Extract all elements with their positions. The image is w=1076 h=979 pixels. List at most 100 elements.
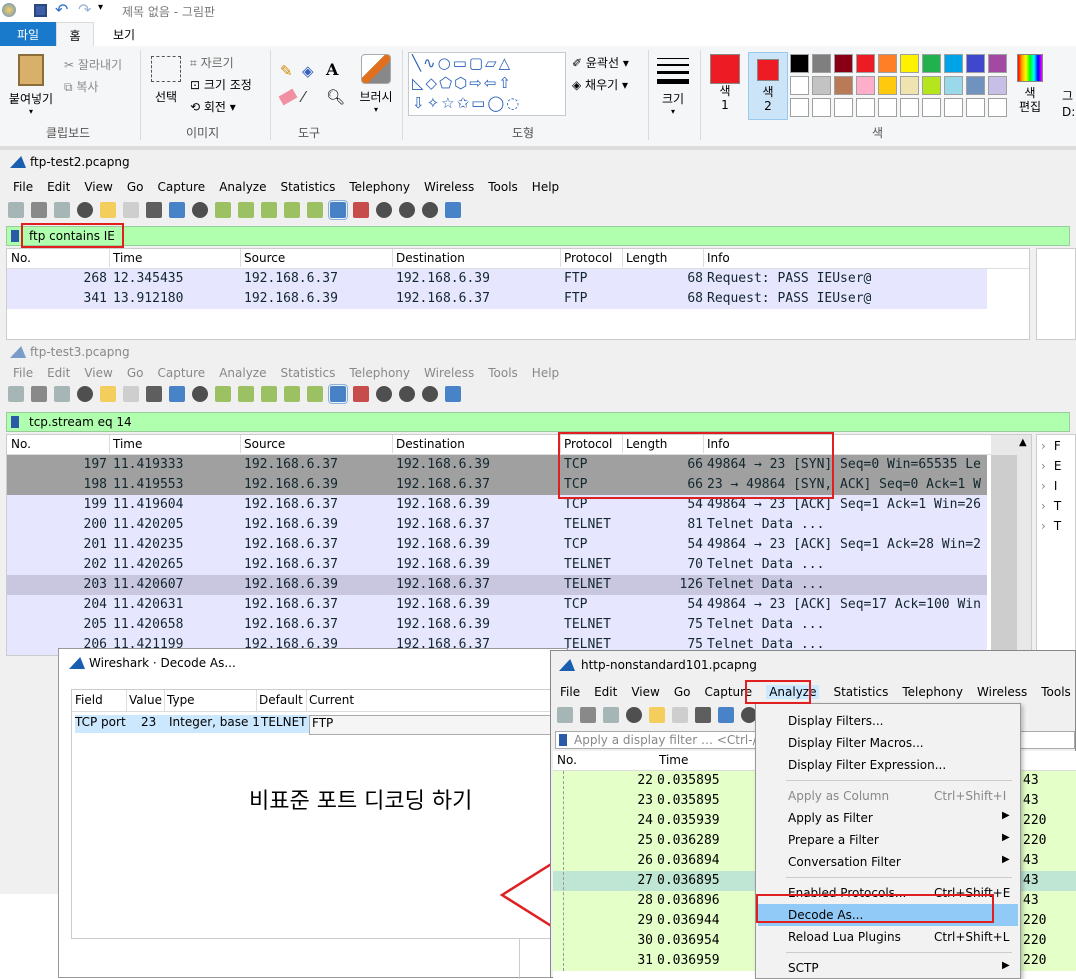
palette-color-swatch[interactable] [834, 76, 853, 95]
palette-color-swatch[interactable] [856, 54, 875, 73]
menu-wireless[interactable]: Wireless [424, 366, 474, 380]
restart-capture-icon[interactable] [54, 202, 70, 218]
menu-statistics[interactable]: Statistics [833, 685, 888, 699]
decode-column-current[interactable]: Current [309, 693, 354, 707]
palette-color-swatch[interactable] [856, 76, 875, 95]
qat-dropdown-icon[interactable]: ▾ [98, 2, 103, 13]
packet-row[interactable]: 199 11.419604 192.168.6.37 192.168.6.39 TCP 5… [7, 495, 987, 515]
menu-help[interactable]: Help [532, 366, 559, 380]
autoscroll-icon[interactable] [328, 384, 348, 404]
decode-column-value[interactable]: Value [129, 693, 162, 707]
packet-row[interactable]: 200 11.420205 192.168.6.39 192.168.6.37 TELN… [7, 515, 987, 535]
palette-color-swatch[interactable] [790, 98, 809, 117]
palette-color-swatch[interactable] [966, 54, 985, 73]
stop-capture-icon[interactable] [580, 707, 596, 723]
menu-edit[interactable]: Edit [47, 180, 70, 194]
palette-color-swatch[interactable] [922, 76, 941, 95]
bookmark-icon[interactable] [11, 230, 19, 242]
capture-options-icon[interactable] [77, 202, 93, 218]
column-header-time[interactable]: Time [113, 251, 142, 265]
menu-edit[interactable]: Edit [47, 366, 70, 380]
resize-columns-icon[interactable] [445, 386, 461, 402]
palette-color-swatch[interactable] [944, 54, 963, 73]
tab-home[interactable]: 홈 [56, 22, 94, 46]
autoscroll-icon[interactable] [328, 200, 348, 220]
colorize-icon[interactable] [353, 386, 369, 402]
column-header-info[interactable]: Info [707, 251, 730, 265]
go-to-packet-icon[interactable] [261, 386, 277, 402]
close-file-icon[interactable] [146, 386, 162, 402]
paint-app-icon[interactable] [2, 3, 16, 17]
column-header-destination[interactable]: Destination [396, 437, 465, 451]
detail-tree-item[interactable]: › T [1041, 519, 1061, 533]
menu-go[interactable]: Go [674, 685, 691, 699]
scroll-thumb[interactable] [991, 455, 1017, 655]
go-back-icon[interactable] [215, 202, 231, 218]
palette-color-swatch[interactable] [790, 76, 809, 95]
start-capture-icon[interactable] [557, 707, 573, 723]
go-last-icon[interactable] [307, 386, 323, 402]
palette-color-swatch[interactable] [900, 76, 919, 95]
column-header-no[interactable]: No. [557, 753, 577, 767]
decode-column-default[interactable]: Default [259, 693, 303, 707]
palette-color-swatch[interactable] [856, 98, 875, 117]
pencil-icon[interactable]: ✎ [280, 62, 293, 80]
cut-button[interactable]: ✂ 잘라내기 [64, 56, 122, 73]
menu-tools[interactable]: Tools [1041, 685, 1071, 699]
detail-tree-item[interactable]: › T [1041, 499, 1061, 513]
menu-capture[interactable]: Capture [157, 366, 205, 380]
reload-icon[interactable] [169, 386, 185, 402]
menu-item-conversation-filter[interactable]: Conversation Filter ▶ [758, 851, 1018, 873]
packet-row[interactable]: 197 11.419333 192.168.6.37 192.168.6.39 TCP 6… [7, 455, 987, 475]
menu-analyze[interactable]: Analyze [219, 180, 266, 194]
column-header-protocol[interactable]: Protocol [564, 251, 612, 265]
palette-color-swatch[interactable] [944, 76, 963, 95]
palette-color-swatch[interactable] [878, 98, 897, 117]
colorize-icon[interactable] [353, 202, 369, 218]
zoom-in-icon[interactable] [376, 386, 392, 402]
outline-button[interactable]: ✐ 윤곽선 ▾ [572, 54, 629, 71]
restart-capture-icon[interactable] [54, 386, 70, 402]
fill-button[interactable]: ◈ 채우기 ▾ [572, 76, 628, 93]
palette-color-swatch[interactable] [922, 54, 941, 73]
shapes-gallery[interactable]: ╲∿○▭▢▱△ ◺◇⬠⬡⇨⇦⇧ ⇩✧☆✩▭◯◌ [408, 52, 566, 116]
color2-button[interactable]: 색 2 [748, 52, 788, 120]
palette-color-swatch[interactable] [988, 76, 1007, 95]
palette-color-swatch[interactable] [900, 54, 919, 73]
menu-tools[interactable]: Tools [488, 366, 518, 380]
menu-item-display-filters[interactable]: Display Filters... [758, 710, 1018, 732]
copy-button[interactable]: ⧉ 복사 [64, 78, 98, 95]
menu-item-apply-as-filter[interactable]: Apply as Filter ▶ [758, 807, 1018, 829]
crop-button[interactable]: ⌗ 자르기 [190, 54, 234, 71]
go-last-icon[interactable] [307, 202, 323, 218]
zoom-out-icon[interactable] [399, 386, 415, 402]
palette-color-swatch[interactable] [966, 98, 985, 117]
zoom-out-icon[interactable] [399, 202, 415, 218]
palette-color-swatch[interactable] [966, 76, 985, 95]
eraser-icon[interactable] [278, 88, 298, 106]
save-file-icon[interactable] [123, 202, 139, 218]
decode-column-type[interactable]: Type [167, 693, 195, 707]
packet-row[interactable]: 268 12.345435 192.168.6.37 192.168.6.39 FTP 6… [7, 269, 987, 289]
go-first-icon[interactable] [284, 202, 300, 218]
edit-colors-button[interactable]: 색 편집 [1012, 54, 1048, 114]
size-button[interactable]: 크기 ▾ [654, 54, 692, 116]
tab-view[interactable]: 보기 [104, 22, 144, 46]
start-capture-icon[interactable] [8, 202, 24, 218]
palette-color-swatch[interactable] [834, 98, 853, 117]
open-file-icon[interactable] [649, 707, 665, 723]
menu-file[interactable]: File [13, 366, 33, 380]
reload-icon[interactable] [169, 202, 185, 218]
capture-options-icon[interactable] [626, 707, 642, 723]
menu-tools[interactable]: Tools [488, 180, 518, 194]
palette-color-swatch[interactable] [900, 98, 919, 117]
start-capture-icon[interactable] [8, 386, 24, 402]
find-packet-icon[interactable] [192, 386, 208, 402]
menu-telephony[interactable]: Telephony [349, 366, 410, 380]
zoom-normal-icon[interactable] [422, 386, 438, 402]
open-file-icon[interactable] [100, 386, 116, 402]
column-header-time[interactable]: Time [659, 753, 688, 767]
undo-icon[interactable]: ↶ [55, 0, 68, 19]
packet-row[interactable]: 341 13.912180 192.168.6.39 192.168.6.37 FTP 6… [7, 289, 987, 309]
find-packet-icon[interactable] [192, 202, 208, 218]
